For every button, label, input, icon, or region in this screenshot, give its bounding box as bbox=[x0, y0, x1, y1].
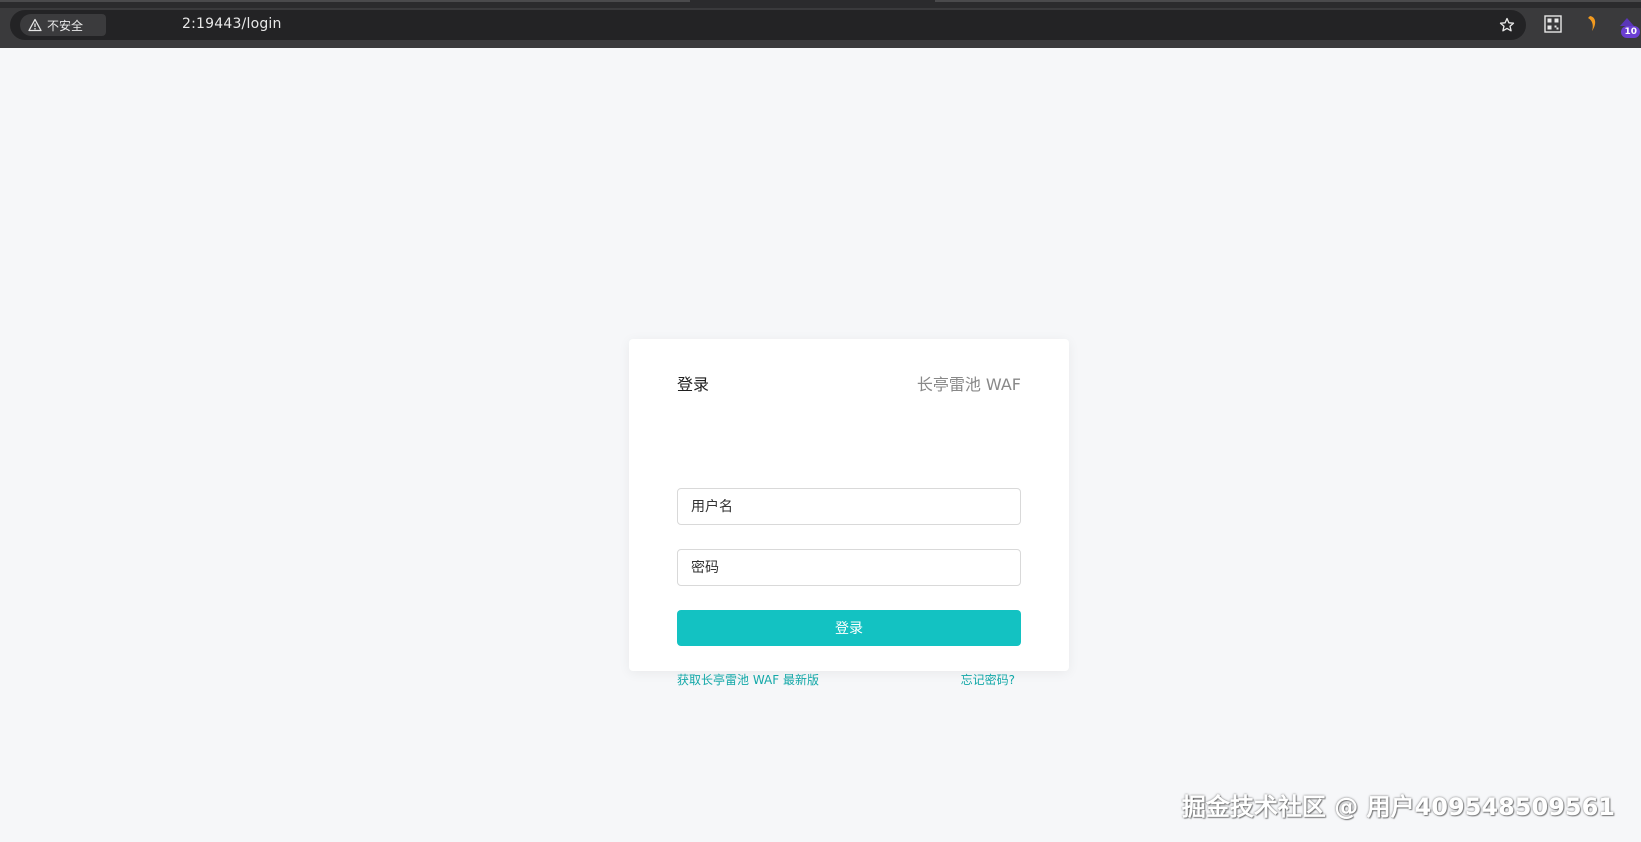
security-indicator[interactable]: 不安全 bbox=[20, 14, 106, 36]
download-latest-link[interactable]: 获取长亭雷池 WAF 最新版 bbox=[677, 671, 819, 688]
extension-badge-icon[interactable]: 10 bbox=[1616, 14, 1640, 38]
login-button[interactable]: 登录 bbox=[677, 610, 1021, 646]
bookmark-star-icon[interactable] bbox=[1498, 16, 1516, 34]
qr-code-extension-icon[interactable] bbox=[1544, 15, 1562, 33]
password-input[interactable] bbox=[691, 559, 1020, 576]
browser-toolbar: 不安全 2:19443/login 10 bbox=[0, 0, 1641, 48]
forgot-password-link[interactable]: 忘记密码? bbox=[961, 671, 1015, 688]
tab-edge bbox=[935, 0, 1641, 2]
username-field[interactable] bbox=[677, 488, 1021, 525]
warning-icon bbox=[28, 18, 42, 32]
tab-strip bbox=[0, 0, 1641, 8]
tab-edge bbox=[0, 0, 690, 2]
password-field[interactable] bbox=[677, 549, 1021, 586]
address-bar[interactable]: 不安全 2:19443/login bbox=[10, 10, 1526, 40]
orange-extension-icon[interactable] bbox=[1583, 14, 1601, 34]
login-card: 登录 长亭雷池 WAF 登录 bbox=[629, 339, 1069, 671]
product-brand: 长亭雷池 WAF bbox=[916, 375, 1021, 394]
page-body: 登录 长亭雷池 WAF 登录 获取长亭雷池 WAF 最新版 忘记密码? 掘金技术… bbox=[0, 48, 1641, 842]
username-input[interactable] bbox=[691, 498, 1020, 515]
url-text[interactable]: 2:19443/login bbox=[182, 16, 282, 32]
watermark-text: 掘金技术社区 @ 用户409548509561 bbox=[1181, 793, 1615, 821]
extension-badge-count: 10 bbox=[1621, 26, 1640, 38]
security-label: 不安全 bbox=[47, 18, 84, 33]
login-title: 登录 bbox=[677, 375, 710, 394]
